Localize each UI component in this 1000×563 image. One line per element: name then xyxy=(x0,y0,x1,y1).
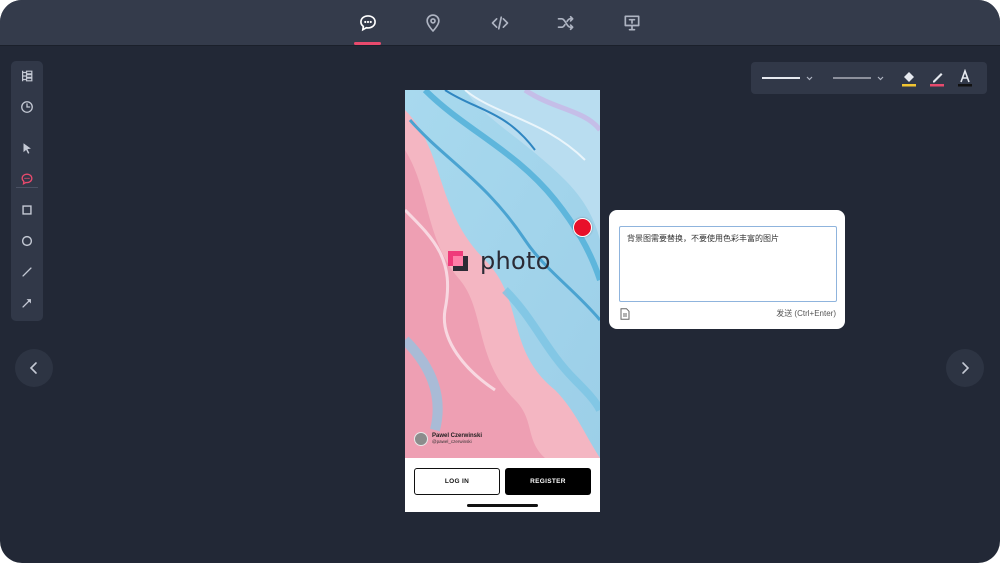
select-tool[interactable] xyxy=(17,138,37,158)
arrow-tool[interactable] xyxy=(17,293,37,313)
shuffle-icon xyxy=(557,15,574,31)
attachment-file-icon[interactable] xyxy=(620,308,630,320)
layers-button[interactable] xyxy=(17,66,37,86)
comment-pin-marker[interactable] xyxy=(573,218,592,237)
code-icon xyxy=(491,16,509,30)
text-color-button[interactable] xyxy=(957,68,973,88)
comment-tool-icon xyxy=(21,173,33,186)
active-tab-indicator xyxy=(354,42,381,45)
comment-card: 背景图需要替换，不要使用色彩丰富的图片 发送 (Ctrl+Enter) xyxy=(609,210,845,329)
fill-color-button[interactable] xyxy=(901,68,917,88)
photo-credit: Pawel Czerwinski @pawel_czerwinski xyxy=(414,432,482,446)
tab-code[interactable] xyxy=(483,6,517,40)
text-color-icon xyxy=(958,69,972,87)
design-review-app: photo Pawel Czerwinski @pawel_czerwinski… xyxy=(0,0,1000,563)
author-avatar xyxy=(414,432,428,446)
location-pin-icon xyxy=(426,14,440,33)
layers-icon xyxy=(22,70,33,82)
style-toolbar xyxy=(751,62,987,94)
pointer-icon xyxy=(23,143,31,154)
circle-icon xyxy=(21,235,33,247)
home-indicator xyxy=(467,504,538,507)
register-button[interactable]: REGISTER xyxy=(505,468,591,495)
arrow-icon xyxy=(22,299,31,308)
line-tool[interactable] xyxy=(17,262,37,282)
comment-icon xyxy=(360,15,376,32)
phone-screen-preview: photo Pawel Czerwinski @pawel_czerwinski… xyxy=(405,90,600,512)
history-button[interactable] xyxy=(17,97,37,117)
rectangle-icon xyxy=(22,205,32,215)
stroke-style-preview-icon xyxy=(833,76,884,81)
top-toolbar xyxy=(0,0,1000,46)
stroke-width-dropdown[interactable] xyxy=(761,68,817,88)
next-screen-button[interactable] xyxy=(946,349,984,387)
tab-flow[interactable] xyxy=(549,6,583,40)
comment-input[interactable]: 背景图需要替换，不要使用色彩丰富的图片 xyxy=(619,226,837,302)
stroke-color-button[interactable] xyxy=(929,68,945,88)
stroke-style-dropdown[interactable] xyxy=(832,68,888,88)
send-button[interactable]: 发送 (Ctrl+Enter) xyxy=(776,308,836,319)
chevron-left-icon xyxy=(29,362,37,374)
logo-mark-icon xyxy=(448,251,468,271)
login-button[interactable]: LOG IN xyxy=(414,468,500,495)
rectangle-tool[interactable] xyxy=(17,200,37,220)
fill-color-icon xyxy=(902,72,916,87)
tab-location[interactable] xyxy=(416,6,450,40)
tab-present[interactable] xyxy=(615,6,649,40)
presentation-icon xyxy=(624,15,640,31)
history-icon xyxy=(21,101,33,113)
stroke-color-icon xyxy=(930,73,944,87)
tab-comments[interactable] xyxy=(351,6,385,40)
photo-logo: photo xyxy=(448,249,551,273)
ellipse-tool[interactable] xyxy=(17,231,37,251)
line-icon xyxy=(22,267,32,277)
chevron-right-icon xyxy=(962,362,970,374)
logo-text: photo xyxy=(480,247,551,275)
left-toolbar xyxy=(11,61,43,321)
stroke-width-preview-icon xyxy=(762,76,813,81)
comment-tool[interactable] xyxy=(17,169,37,189)
previous-screen-button[interactable] xyxy=(15,349,53,387)
author-handle: @pawel_czerwinski xyxy=(432,439,472,445)
